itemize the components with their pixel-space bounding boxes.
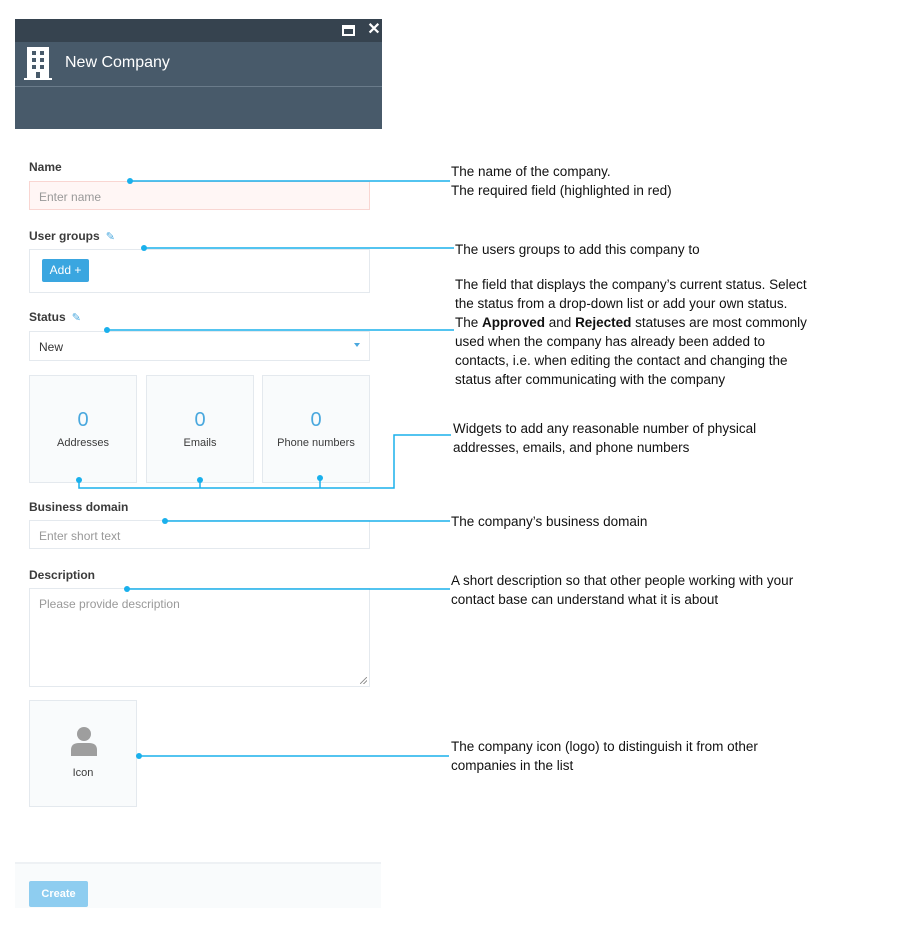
- maximize-icon: [342, 25, 355, 36]
- emails-widget[interactable]: 0 Emails: [146, 375, 254, 483]
- widget-label: Addresses: [57, 437, 109, 449]
- addresses-widget[interactable]: 0 Addresses: [29, 375, 137, 483]
- close-button[interactable]: ✕: [366, 22, 382, 38]
- widget-count: 0: [77, 409, 89, 431]
- phone-numbers-widget[interactable]: 0 Phone numbers: [262, 375, 370, 483]
- resize-handle[interactable]: [360, 677, 367, 684]
- header-divider: [15, 86, 382, 87]
- annotation-text: and: [545, 315, 576, 330]
- annotation-widgets: Widgets to add any reasonable number of …: [453, 419, 756, 457]
- annotation-line: contact base can understand what it is a…: [451, 592, 719, 607]
- user-groups-label-text: User groups: [29, 229, 100, 243]
- window-header: New Company: [15, 42, 382, 129]
- annotation-text: The: [455, 315, 483, 330]
- add-user-group-button[interactable]: Add +: [42, 259, 89, 282]
- chevron-down-icon: [354, 343, 360, 347]
- name-input[interactable]: Enter name: [29, 181, 370, 210]
- business-domain-label: Business domain: [29, 500, 129, 514]
- close-icon: ✕: [367, 21, 381, 38]
- user-groups-label: User groups ✎: [29, 229, 115, 243]
- annotation-line: The Approved and Rejected statuses are m…: [455, 313, 807, 332]
- create-button[interactable]: Create: [29, 881, 88, 907]
- user-groups-field: Add +: [29, 249, 370, 293]
- pencil-icon[interactable]: ✎: [72, 311, 81, 324]
- annotation-line: The company icon (logo) to distinguish i…: [451, 739, 758, 754]
- status-label-text: Status: [29, 310, 66, 324]
- widget-label: Phone numbers: [277, 437, 355, 449]
- icon-label: Icon: [72, 767, 94, 779]
- building-icon: [24, 47, 52, 80]
- pencil-icon[interactable]: ✎: [106, 230, 115, 243]
- description-label: Description: [29, 568, 96, 582]
- status-selected-value: New: [39, 340, 64, 354]
- widget-count: 0: [194, 409, 206, 431]
- annotation-line: the status from a drop-down list or add …: [455, 296, 788, 311]
- annotation-line: The field that displays the company’s cu…: [455, 277, 807, 292]
- business-domain-input[interactable]: Enter short text: [29, 520, 370, 549]
- maximize-button[interactable]: [341, 22, 357, 38]
- widget-label: Emails: [183, 437, 217, 449]
- description-textarea[interactable]: Please provide description: [29, 588, 370, 687]
- company-icon-upload[interactable]: Icon: [29, 700, 137, 807]
- annotation-description: A short description so that other people…: [451, 571, 793, 609]
- annotation-text: statuses are most commonly: [631, 315, 807, 330]
- widget-count: 0: [310, 409, 322, 431]
- status-select[interactable]: New: [29, 331, 370, 361]
- annotation-line: used when the company has already been a…: [455, 334, 765, 349]
- name-placeholder: Enter name: [39, 190, 102, 204]
- annotation-line: The company’s business domain: [451, 514, 648, 529]
- description-placeholder: Please provide description: [39, 597, 180, 611]
- annotation-line: addresses, emails, and phone numbers: [453, 440, 690, 455]
- annotation-status: The field that displays the company’s cu…: [455, 275, 807, 389]
- window-titlebar: ✕: [15, 19, 382, 42]
- dialog-footer: Create: [15, 862, 381, 908]
- annotation-line: The users groups to add this company to: [455, 242, 700, 257]
- annotation-line: Widgets to add any reasonable number of …: [453, 421, 757, 436]
- annotation-bold: Rejected: [575, 315, 632, 330]
- annotation-line: contacts, i.e. when editing the contact …: [455, 353, 788, 368]
- name-label: Name: [29, 160, 62, 174]
- person-icon: [71, 727, 97, 756]
- annotation-line: The required field (highlighted in red): [451, 183, 672, 198]
- annotation-line: companies in the list: [451, 758, 574, 773]
- window-title: New Company: [65, 54, 170, 71]
- annotation-line: A short description so that other people…: [451, 573, 794, 588]
- status-label: Status ✎: [29, 310, 81, 324]
- annotation-icon: The company icon (logo) to distinguish i…: [451, 737, 758, 775]
- annotation-user-groups: The users groups to add this company to: [455, 240, 700, 259]
- annotation-name: The name of the company. The required fi…: [451, 162, 672, 200]
- business-domain-placeholder: Enter short text: [39, 529, 121, 543]
- annotation-line: status after communicating with the comp…: [455, 372, 726, 387]
- annotation-line: The name of the company.: [451, 164, 611, 179]
- annotation-business-domain: The company’s business domain: [451, 512, 647, 531]
- annotation-bold: Approved: [482, 315, 546, 330]
